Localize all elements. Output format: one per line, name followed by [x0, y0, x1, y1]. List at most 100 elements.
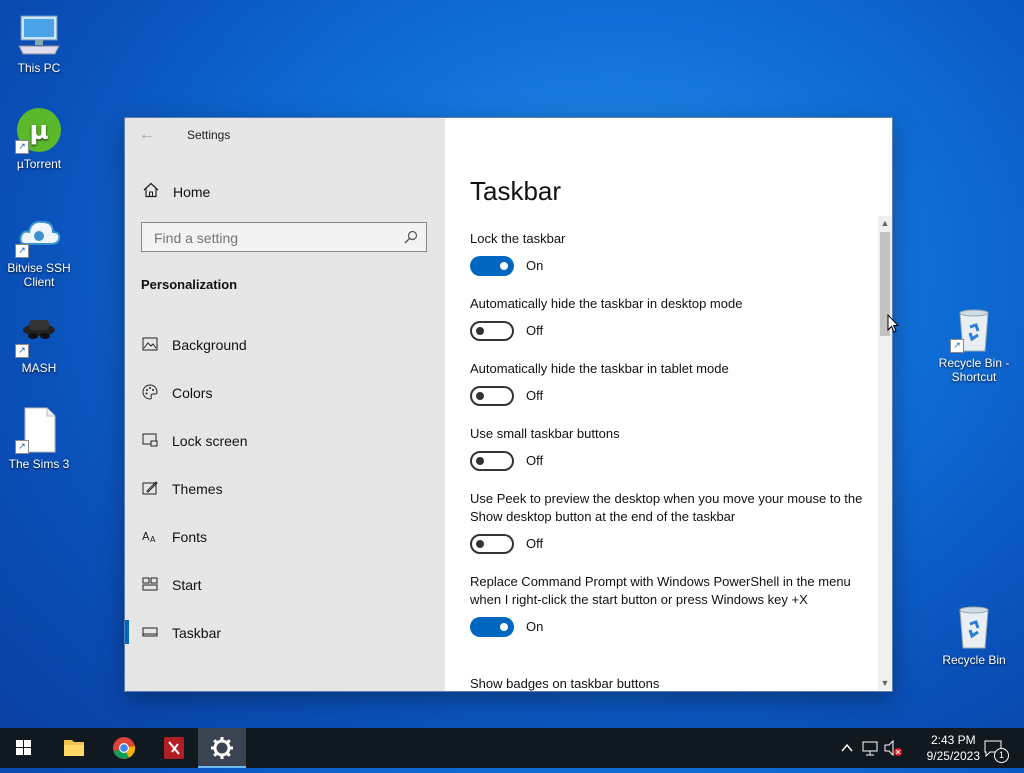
desktop-icon-recycle-bin-shortcut[interactable]: ↗ Recycle Bin - Shortcut [936, 305, 1012, 384]
clock-time: 2:43 PM [930, 733, 976, 747]
taskbar-chrome[interactable] [100, 728, 148, 768]
notification-badge: 1 [994, 748, 1009, 763]
file-icon: ↗ [15, 406, 63, 454]
nav-item-label: Colors [172, 385, 213, 401]
nav-item-background[interactable]: Background [125, 324, 445, 364]
desktop-icon-label: Bitvise SSH Client [7, 261, 71, 289]
recycle-bin-icon: ↗ [950, 305, 998, 353]
picture-icon [142, 336, 158, 352]
powershell-toggle[interactable] [470, 617, 514, 637]
computer-icon [15, 10, 63, 58]
bitvise-icon: ↗ [15, 210, 63, 258]
shortcut-arrow-icon: ↗ [15, 244, 29, 258]
setting-autohide-tablet: Automatically hide the taskbar in tablet… [470, 360, 865, 408]
desktop-icon-utorrent[interactable]: µ ↗ µTorrent [1, 106, 77, 171]
setting-label: Automatically hide the taskbar in tablet… [470, 361, 729, 376]
svg-text:A: A [142, 530, 150, 543]
setting-label: Use Peek to preview the desktop when you… [470, 491, 863, 524]
shortcut-arrow-icon: ↗ [15, 344, 29, 358]
action-center-icon[interactable]: 1 [980, 728, 1009, 768]
system-clock[interactable]: 2:43 PM 9/25/2023 [927, 732, 980, 764]
toggle-state: Off [526, 453, 544, 468]
settings-window: ← Settings Home Personalization Backgrou… [125, 118, 892, 691]
nav-item-label: Taskbar [172, 625, 222, 641]
nav-item-label: Lock screen [172, 433, 248, 449]
setting-autohide-desktop: Automatically hide the taskbar in deskto… [470, 295, 865, 343]
desktop-icon-bitvise[interactable]: ↗ Bitvise SSH Client [1, 210, 77, 289]
desktop-icon-label: The Sims 3 [8, 457, 70, 471]
scroll-down-arrow-icon[interactable]: ▼ [878, 676, 892, 690]
home-link[interactable]: Home [141, 180, 431, 204]
scroll-up-arrow-icon[interactable]: ▲ [878, 216, 892, 230]
setting-label: Replace Command Prompt with Windows Powe… [470, 574, 851, 607]
autohide-tablet-toggle[interactable] [470, 386, 514, 406]
shortcut-arrow-icon: ↗ [15, 440, 29, 454]
taskbar-icon [142, 624, 158, 640]
settings-content-pane: Taskbar Lock the taskbar On Automaticall… [445, 118, 892, 691]
fonts-icon: AA [142, 528, 158, 544]
window-title: Settings [187, 128, 231, 142]
back-arrow-icon[interactable]: ← [139, 126, 157, 144]
desktop-icon-this-pc[interactable]: This PC [1, 10, 77, 75]
windows-logo-icon [16, 740, 31, 755]
start-button[interactable] [0, 728, 48, 768]
nav-item-colors[interactable]: Colors [125, 372, 445, 412]
nav-item-fonts[interactable]: AA Fonts [125, 516, 445, 556]
nav-item-label: Fonts [172, 529, 208, 545]
taskbar-settings[interactable] [198, 728, 246, 768]
shortcut-arrow-icon: ↗ [950, 339, 964, 353]
home-icon [143, 182, 159, 198]
setting-label: Lock the taskbar [470, 231, 566, 246]
nav-item-start[interactable]: Start [125, 564, 445, 604]
network-icon[interactable] [860, 728, 880, 768]
peek-toggle[interactable] [470, 534, 514, 554]
gear-icon [211, 737, 233, 759]
themes-icon [142, 480, 158, 496]
start-icon [142, 576, 158, 592]
desktop-icon-label: Recycle Bin [942, 653, 1006, 667]
nav-item-themes[interactable]: Themes [125, 468, 445, 508]
search-icon[interactable] [404, 230, 418, 244]
toggle-state: On [526, 258, 544, 273]
toggle-state: Off [526, 388, 544, 403]
small-buttons-toggle[interactable] [470, 451, 514, 471]
settings-nav-pane: ← Settings Home Personalization Backgrou… [125, 118, 445, 691]
desktop-icon-the-sims-3[interactable]: ↗ The Sims 3 [1, 406, 77, 471]
svg-text:µ: µ [29, 116, 48, 146]
desktop-icon-label: MASH [21, 361, 57, 375]
chrome-icon [113, 737, 136, 759]
mouse-cursor-icon [887, 314, 899, 333]
lock-taskbar-toggle[interactable] [470, 256, 514, 276]
setting-label: Use small taskbar buttons [470, 426, 620, 441]
setting-lock-taskbar: Lock the taskbar On [470, 230, 865, 278]
lock-screen-icon [142, 432, 158, 448]
folder-icon [64, 740, 84, 756]
toggle-state: Off [526, 323, 544, 338]
app-icon [164, 737, 184, 759]
taskbar-app[interactable] [150, 728, 198, 768]
clock-date: 9/25/2023 [926, 749, 980, 763]
desktop-icon-label: µTorrent [16, 157, 62, 171]
setting-badges: Show badges on taskbar buttons [470, 675, 865, 691]
nav-item-lock-screen[interactable]: Lock screen [125, 420, 445, 460]
desktop-icon-recycle-bin[interactable]: Recycle Bin [936, 602, 1012, 667]
setting-label: Show badges on taskbar buttons [470, 676, 660, 691]
autohide-desktop-toggle[interactable] [470, 321, 514, 341]
mash-icon: ↗ [15, 310, 63, 358]
content-scrollbar[interactable]: ▲ ▼ [878, 216, 892, 690]
title-bar[interactable]: ← Settings [125, 118, 445, 152]
desktop-icon-mash[interactable]: ↗ MASH [1, 310, 77, 375]
utorrent-icon: µ ↗ [15, 106, 63, 154]
volume-muted-icon[interactable] [882, 728, 904, 768]
shortcut-arrow-icon: ↗ [15, 140, 29, 154]
search-box[interactable] [141, 222, 427, 252]
taskbar-file-explorer[interactable] [50, 728, 98, 768]
nav-item-taskbar[interactable]: Taskbar [125, 612, 445, 652]
palette-icon [142, 384, 158, 400]
toggle-state: On [526, 619, 544, 634]
nav-item-label: Themes [172, 481, 223, 497]
search-input[interactable] [152, 224, 396, 252]
show-hidden-icons-chevron-up-icon[interactable] [838, 728, 856, 768]
recycle-bin-icon [950, 602, 998, 650]
section-heading: Personalization [141, 277, 238, 292]
